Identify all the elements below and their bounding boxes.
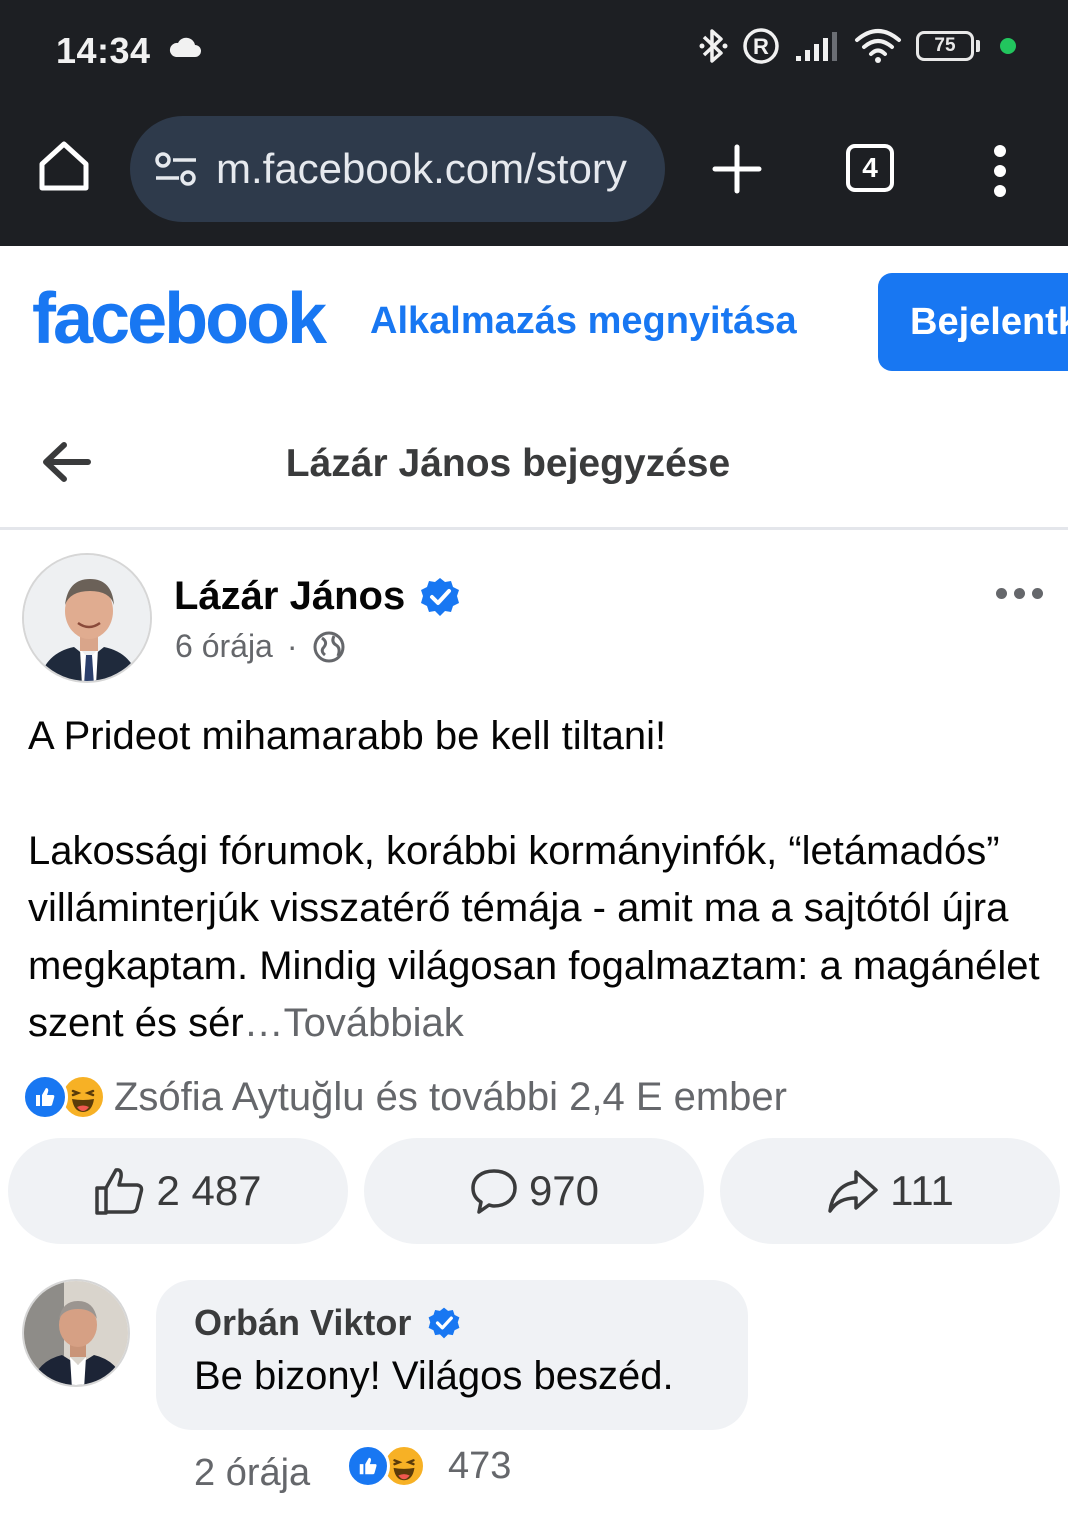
browser-chrome: 14:34 R 75 m.facebook.com/story 4 — [0, 0, 1068, 246]
like-reaction-icon — [346, 1444, 390, 1488]
see-more-link[interactable]: …Továbbiak — [244, 1001, 464, 1045]
comment-count: 970 — [528, 1167, 600, 1214]
bluetooth-icon — [699, 29, 728, 63]
privacy-indicator-dot — [1000, 38, 1016, 54]
facebook-logo[interactable]: facebook — [32, 278, 327, 360]
comment-button[interactable]: 970 — [364, 1138, 704, 1244]
like-count: 2 487 — [156, 1167, 262, 1214]
post-author-avatar[interactable] — [22, 553, 152, 683]
wifi-icon — [855, 29, 901, 63]
comment-author-name[interactable]: Orbán Viktor — [194, 1302, 411, 1344]
post-options-icon[interactable] — [996, 588, 1043, 599]
url-text[interactable]: m.facebook.com/story — [216, 145, 627, 193]
cloud-icon — [169, 37, 201, 57]
new-tab-icon[interactable] — [712, 144, 762, 194]
like-reaction-icon — [22, 1074, 68, 1120]
post-body: A Prideot mihamarabb be kell tiltani! La… — [28, 708, 1048, 1053]
comment-time[interactable]: 2 órája — [194, 1452, 310, 1495]
comment-reaction-count: 473 — [448, 1444, 512, 1487]
comment-bubble: Orbán Viktor Be bizony! Világos beszéd. — [156, 1280, 748, 1430]
reactions-text[interactable]: Zsófia Aytuğlu és további 2,4 E ember — [114, 1075, 787, 1120]
share-icon — [828, 1170, 878, 1213]
comment-text: Be bizony! Világos beszéd. — [194, 1354, 674, 1398]
share-count: 111 — [890, 1167, 954, 1214]
post-headline: A Prideot mihamarabb be kell tiltani! — [28, 714, 667, 758]
post-author[interactable]: Lázár János — [174, 574, 461, 619]
comment-author[interactable]: Orbán Viktor — [194, 1302, 710, 1344]
comment-icon — [471, 1169, 517, 1214]
post-author-name[interactable]: Lázár János — [174, 574, 405, 619]
battery-level: 75 — [934, 35, 956, 56]
verified-badge-icon — [429, 1307, 460, 1339]
battery-icon: 75 — [916, 31, 980, 61]
like-button[interactable]: 2 487 — [8, 1138, 348, 1244]
open-app-link[interactable]: Alkalmazás megnyitása — [370, 300, 797, 343]
comment-author-avatar[interactable] — [22, 1279, 130, 1387]
url-bar[interactable]: m.facebook.com/story — [130, 116, 665, 222]
post-time[interactable]: 6 órája — [175, 628, 273, 665]
signal-icon — [796, 32, 837, 61]
comment-reactions[interactable]: 473 — [346, 1444, 511, 1488]
home-icon[interactable] — [36, 138, 92, 194]
tab-switcher-button[interactable]: 4 — [846, 144, 894, 192]
thumbs-up-icon — [95, 1168, 144, 1215]
status-time: 14:34 — [56, 30, 151, 71]
globe-public-icon — [313, 631, 344, 662]
page-title: Lázár János bejegyzése — [285, 442, 731, 485]
registered-icon: R — [743, 28, 779, 64]
verified-badge-icon — [421, 577, 460, 616]
header-divider — [0, 527, 1068, 530]
meta-separator: · — [286, 628, 298, 664]
browser-menu-icon[interactable] — [994, 145, 1006, 197]
svg-text:R: R — [753, 34, 769, 59]
login-button[interactable]: Bejelentkezés — [878, 273, 1068, 371]
status-icons: R 75 — [698, 26, 1016, 66]
post-text: Lakossági fórumok, korábbi kormányinfók,… — [28, 828, 1040, 1046]
share-button[interactable]: 111 — [720, 1138, 1060, 1244]
post-meta: 6 órája · — [175, 628, 346, 665]
reactions-summary[interactable]: Zsófia Aytuğlu és további 2,4 E ember — [22, 1074, 787, 1120]
site-settings-icon[interactable] — [154, 151, 198, 187]
